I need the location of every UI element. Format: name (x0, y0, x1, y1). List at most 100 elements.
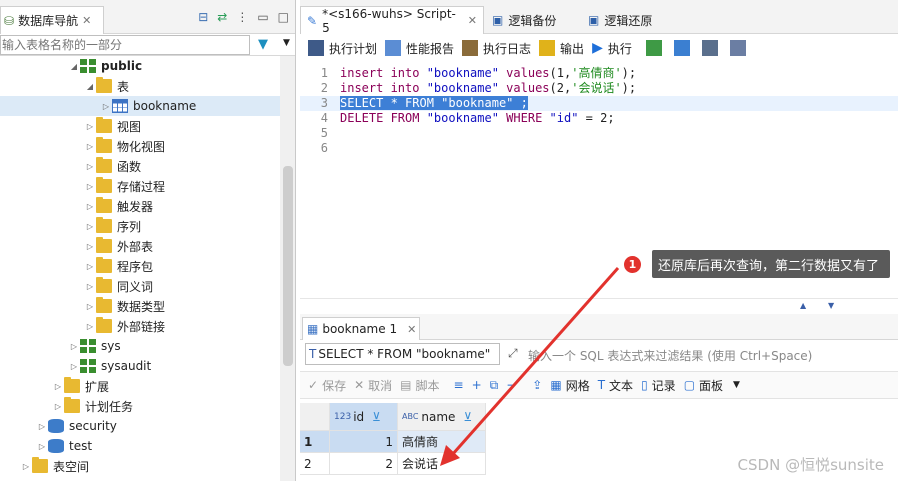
collapsed-arrow-icon[interactable]: ▷ (84, 142, 96, 151)
expanded-arrow-icon[interactable]: ◢ (84, 82, 96, 91)
collapsed-arrow-icon[interactable]: ▷ (36, 442, 48, 451)
chevron-down-icon[interactable]: ▼ (733, 380, 740, 390)
sql-query-field[interactable]: T SELECT * FROM "bookname" (305, 343, 500, 365)
tree-node[interactable]: ▷ sysaudit (0, 356, 280, 376)
folder-icon (96, 217, 112, 233)
execution-plan-button[interactable]: 执行计划 (308, 40, 377, 57)
tree-node[interactable]: ▷ bookname (0, 96, 280, 116)
filter-icon[interactable]: ▼ (258, 37, 268, 52)
execute-button[interactable]: ▶ 执行 (592, 40, 632, 57)
tree-node[interactable]: ▷ 程序包 (0, 256, 280, 276)
cell-id[interactable]: 2 (330, 453, 398, 475)
collapsed-arrow-icon[interactable]: ▷ (52, 382, 64, 391)
tab-bookname-1[interactable]: ▦ bookname 1 ✕ (302, 317, 420, 340)
tree-node[interactable]: ▷ 触发器 (0, 196, 280, 216)
execution-plan-icon (308, 40, 324, 56)
expanded-arrow-icon[interactable]: ◢ (68, 62, 80, 71)
tab-logical-backup[interactable]: ▣ 逻辑备份 (486, 6, 562, 34)
row-number[interactable]: 2 (300, 453, 330, 475)
copy-row-icon[interactable]: ⧉ (490, 378, 499, 393)
filter-expression-input[interactable]: 输入一个 SQL 表达式来过滤结果 (使用 Ctrl+Space) (528, 347, 812, 364)
cell-id[interactable]: 1 (330, 431, 398, 453)
collapsed-arrow-icon[interactable]: ▷ (84, 262, 96, 271)
close-icon[interactable]: ✕ (407, 323, 416, 336)
collapsed-arrow-icon[interactable]: ▷ (52, 402, 64, 411)
tree-node[interactable]: ▷ test (0, 436, 280, 456)
delete-row-icon[interactable]: − (506, 378, 516, 392)
collapsed-arrow-icon[interactable]: ▷ (84, 122, 96, 131)
chevron-down-icon[interactable]: ▼ (828, 301, 834, 310)
save-button[interactable]: ✓ 保存 (308, 377, 346, 394)
tree-node[interactable]: ◢ 表 (0, 76, 280, 96)
export-icon[interactable]: ⇪ (532, 378, 542, 392)
tree-node[interactable]: ▷ 外部表 (0, 236, 280, 256)
close-icon[interactable]: ✕ (82, 14, 91, 27)
tree-node[interactable]: ▷ 物化视图 (0, 136, 280, 156)
close-icon[interactable]: ✕ (468, 14, 477, 27)
navigator-scrollbar[interactable] (280, 56, 295, 481)
edit-icon[interactable] (729, 40, 746, 56)
add-row-icon[interactable]: + (472, 378, 482, 392)
collapsed-arrow-icon[interactable]: ▷ (68, 362, 80, 371)
list-icon[interactable] (701, 40, 718, 56)
text-view-button[interactable]: T 文本 (598, 377, 633, 394)
column-filter-icon[interactable]: ⊻ (372, 410, 381, 424)
collapsed-arrow-icon[interactable]: ▷ (84, 182, 96, 191)
collapsed-arrow-icon[interactable]: ▷ (68, 342, 80, 351)
chevron-down-icon[interactable]: ▼ (283, 38, 290, 48)
tree-node[interactable]: ▷ 序列 (0, 216, 280, 236)
performance-report-button[interactable]: 性能报告 (385, 40, 454, 57)
column-filter-icon[interactable]: ⊻ (463, 410, 472, 424)
row-number[interactable]: 1 (300, 431, 330, 453)
collapse-all-icon[interactable]: ⊟ (198, 10, 208, 24)
tree-node[interactable]: ▷ 计划任务 (0, 396, 280, 416)
tree-node[interactable]: ▷ security (0, 416, 280, 436)
new-script-icon[interactable] (645, 40, 662, 56)
table-filter-input[interactable] (0, 35, 250, 55)
collapsed-arrow-icon[interactable]: ▷ (84, 202, 96, 211)
watermark: CSDN @恒悦sunsite (737, 456, 884, 474)
expand-icon[interactable]: ⤢ (508, 346, 518, 361)
tree-node[interactable]: ▷ sys (0, 336, 280, 356)
row-edit-icon[interactable]: ≡ (454, 378, 464, 392)
tree-node[interactable]: ▷ 存储过程 (0, 176, 280, 196)
cell-name[interactable]: 会说话 (398, 453, 486, 475)
collapsed-arrow-icon[interactable]: ▷ (84, 222, 96, 231)
tree-node[interactable]: ▷ 表空间 (0, 456, 280, 476)
cancel-button[interactable]: ✕ 取消 (354, 377, 392, 394)
record-view-button[interactable]: ▯ 记录 (641, 377, 676, 394)
collapsed-arrow-icon[interactable]: ▷ (84, 322, 96, 331)
collapsed-arrow-icon[interactable]: ▷ (84, 282, 96, 291)
tab-logical-restore[interactable]: ▣ 逻辑还原 (582, 6, 658, 34)
script-button[interactable]: ▤ 脚本 (400, 377, 439, 394)
tree-node[interactable]: ▷ 视图 (0, 116, 280, 136)
grid-view-button[interactable]: ▦ 网格 (550, 377, 589, 394)
panel-button[interactable]: ▢ 面板 ▼ (684, 377, 740, 394)
collapsed-arrow-icon[interactable]: ▷ (36, 422, 48, 431)
output-button[interactable]: 输出 (539, 40, 584, 57)
collapsed-arrow-icon[interactable]: ▷ (84, 242, 96, 251)
chevron-up-icon[interactable]: ▲ (800, 301, 806, 310)
column-header-name[interactable]: ABC name ⊻ (398, 403, 486, 431)
tree-node[interactable]: ▷ 外部链接 (0, 316, 280, 336)
minimize-icon[interactable]: ▭ (257, 10, 268, 24)
tree-node[interactable]: ▷ 扩展 (0, 376, 280, 396)
tree-node[interactable]: ▷ 数据类型 (0, 296, 280, 316)
tree-node[interactable]: ◢ public (0, 56, 280, 76)
maximize-icon[interactable]: □ (278, 10, 289, 24)
tab-script-5[interactable]: ✎ *<s166-wuhs> Script-5 ✕ (300, 6, 484, 35)
more-icon[interactable]: ⋮ (236, 10, 248, 24)
column-header-id[interactable]: 123 id ⊻ (330, 403, 398, 431)
navigator-tab[interactable]: ⛁ 数据库导航 ✕ (0, 6, 104, 34)
tree-node[interactable]: ▷ 函数 (0, 156, 280, 176)
execution-log-button[interactable]: 执行日志 (462, 40, 531, 57)
collapsed-arrow-icon[interactable]: ▷ (20, 462, 32, 471)
format-icon[interactable] (673, 40, 690, 56)
collapsed-arrow-icon[interactable]: ▷ (84, 302, 96, 311)
tree-node[interactable]: ▷ 同义词 (0, 276, 280, 296)
collapsed-arrow-icon[interactable]: ▷ (84, 162, 96, 171)
collapsed-arrow-icon[interactable]: ▷ (100, 102, 112, 111)
link-editor-icon[interactable]: ⇄ (217, 10, 227, 24)
cell-name[interactable]: 高倩商 (398, 431, 486, 453)
panel-splitter[interactable]: ▲ ▼ (300, 298, 898, 314)
